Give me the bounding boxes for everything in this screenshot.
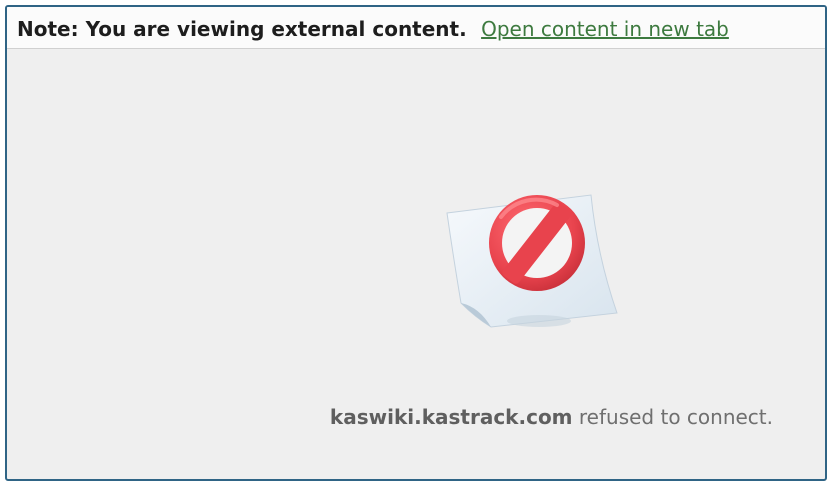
open-in-new-tab-link[interactable]: Open content in new tab bbox=[481, 17, 729, 41]
error-host: kaswiki.kastrack.com bbox=[329, 405, 573, 429]
connection-error-message: kaswiki.kastrack.com refused to connect. bbox=[330, 405, 773, 429]
external-content-notice: Note: You are viewing external content. … bbox=[7, 7, 825, 49]
error-text: refused to connect. bbox=[578, 405, 773, 429]
blocked-page-icon bbox=[446, 194, 618, 328]
external-content-frame: Note: You are viewing external content. … bbox=[5, 5, 827, 481]
notice-text: Note: You are viewing external content. bbox=[17, 17, 467, 41]
